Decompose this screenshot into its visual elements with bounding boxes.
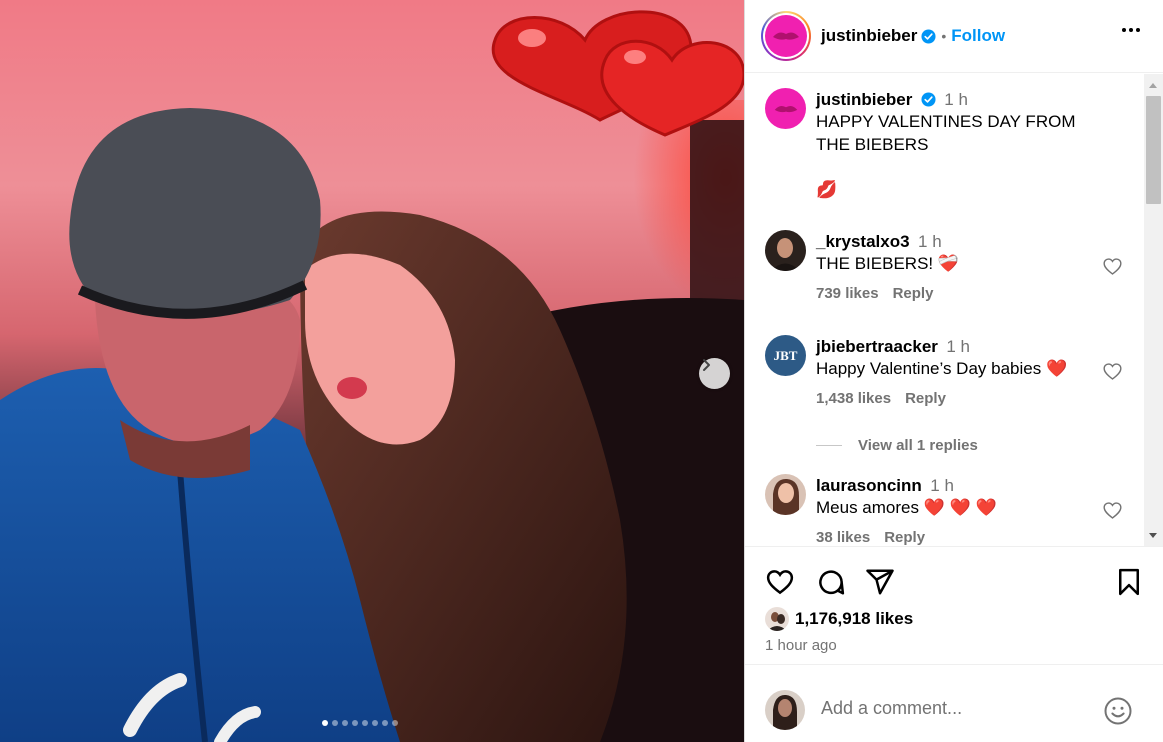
- post-photo[interactable]: [0, 0, 744, 742]
- carousel-dot[interactable]: [352, 720, 358, 726]
- more-options-icon[interactable]: [1122, 28, 1140, 32]
- comment-time[interactable]: 1 h: [946, 337, 970, 356]
- carousel-dot[interactable]: [362, 720, 368, 726]
- comment-text: THE BIEBERS!: [816, 254, 938, 273]
- reply-button[interactable]: Reply: [893, 285, 934, 302]
- comment-emoji: ❤️ ❤️ ❤️: [923, 498, 997, 517]
- comment-time[interactable]: 1 h: [918, 232, 942, 251]
- action-bar: [765, 567, 1145, 597]
- post-timestamp[interactable]: 1 hour ago: [765, 637, 837, 654]
- comment-username[interactable]: laurasoncinn: [816, 476, 922, 495]
- comment-likes[interactable]: 38 likes: [816, 529, 870, 546]
- bookmark-icon[interactable]: [1114, 567, 1144, 597]
- avatar: [765, 607, 789, 631]
- next-arrow-icon: [703, 359, 710, 371]
- avatar-initials: JBT: [773, 347, 798, 363]
- story-ring-avatar[interactable]: [761, 11, 811, 61]
- comment-likes[interactable]: 1,438 likes: [816, 390, 891, 407]
- carousel-dot[interactable]: [372, 720, 378, 726]
- avatar: [765, 15, 807, 57]
- avatar[interactable]: [765, 88, 806, 129]
- verified-badge-icon: [921, 28, 936, 44]
- comment-composer: [745, 664, 1163, 742]
- avatar[interactable]: JBT: [765, 335, 806, 376]
- scroll-thumb[interactable]: [1146, 96, 1161, 204]
- next-slide-button[interactable]: [699, 358, 730, 389]
- comment-time[interactable]: 1 h: [930, 476, 954, 495]
- heart-icon[interactable]: [1102, 361, 1123, 382]
- view-replies-button[interactable]: View all 1 replies: [816, 437, 978, 454]
- heart-icon[interactable]: [765, 567, 795, 597]
- comment-username[interactable]: _krystalxo3: [816, 232, 910, 251]
- share-icon[interactable]: [865, 567, 895, 597]
- comment-text: Meus amores: [816, 498, 924, 517]
- comments-list[interactable]: justinbieber 1 h HAPPY VALENTINES DAY FR…: [745, 74, 1145, 546]
- comments-scrollbar[interactable]: [1144, 74, 1163, 546]
- follow-button[interactable]: Follow: [951, 26, 1005, 46]
- header-username[interactable]: justinbieber: [821, 26, 917, 46]
- scroll-down-arrow-icon[interactable]: [1149, 533, 1157, 538]
- comment-emoji: ❤️: [1045, 359, 1068, 378]
- carousel-dot[interactable]: [332, 720, 338, 726]
- emoji-icon[interactable]: [1103, 696, 1133, 726]
- photo-illustration: [0, 10, 744, 742]
- caption-text: HAPPY VALENTINES DAY FROM THE BIEBERS: [816, 112, 1076, 154]
- reply-button[interactable]: Reply: [905, 390, 946, 407]
- comment-likes[interactable]: 739 likes: [816, 285, 879, 302]
- comment-emoji: ❤️‍🩹: [937, 254, 960, 273]
- carousel-dot[interactable]: [322, 720, 328, 726]
- comment-text: Happy Valentine’s Day babies: [816, 359, 1046, 378]
- caption-username[interactable]: justinbieber: [816, 90, 912, 109]
- comment-icon[interactable]: [816, 567, 846, 597]
- heart-icon[interactable]: [1102, 500, 1123, 521]
- caption-time[interactable]: 1 h: [944, 90, 968, 109]
- caption-emoji: 💋: [816, 180, 838, 199]
- comment-input[interactable]: [821, 698, 1081, 719]
- likes-summary[interactable]: 1,176,918 likes: [765, 607, 913, 631]
- comment-username[interactable]: jbiebertraacker: [816, 337, 938, 356]
- view-replies-label: View all 1 replies: [858, 437, 978, 454]
- scroll-up-arrow-icon[interactable]: [1149, 83, 1157, 88]
- carousel-dots: [322, 720, 398, 726]
- post-side-panel: justinbieber • Follow justinbieber 1 h H…: [744, 0, 1163, 742]
- verified-badge-icon: [921, 92, 936, 107]
- carousel-dot[interactable]: [342, 720, 348, 726]
- divider: [816, 445, 842, 446]
- post-header: justinbieber • Follow: [745, 0, 1163, 73]
- reply-button[interactable]: Reply: [884, 529, 925, 546]
- carousel-dot[interactable]: [392, 720, 398, 726]
- post-actions-section: 1,176,918 likes 1 hour ago: [745, 546, 1163, 654]
- heart-icon[interactable]: [1102, 256, 1123, 277]
- likes-count[interactable]: 1,176,918 likes: [795, 609, 913, 629]
- avatar[interactable]: [765, 230, 806, 271]
- header-separator: •: [941, 28, 947, 44]
- avatar: [765, 690, 805, 730]
- avatar[interactable]: [765, 474, 806, 515]
- carousel-dot[interactable]: [382, 720, 388, 726]
